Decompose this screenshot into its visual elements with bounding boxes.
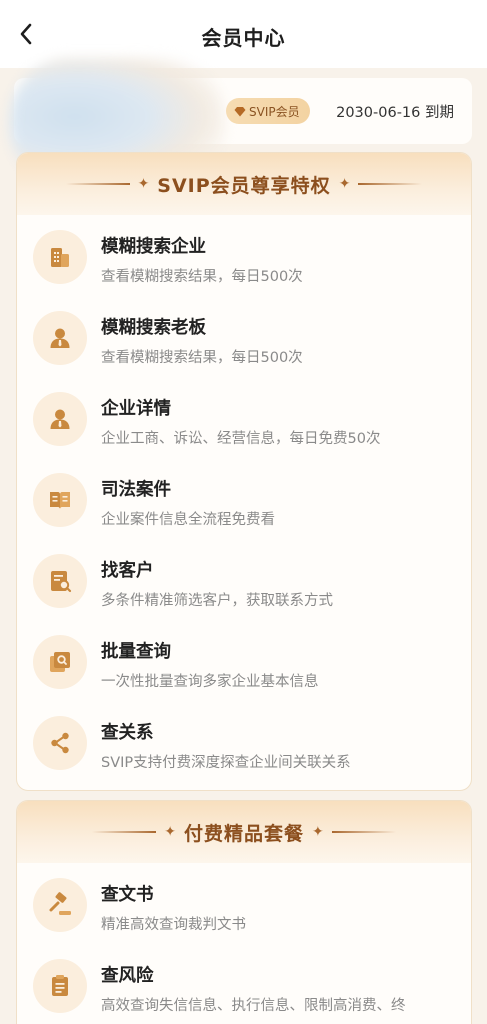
building-icon [33, 230, 87, 284]
package-desc: 精准高效查询裁判文书 [101, 917, 246, 933]
privilege-desc: 查看模糊搜索结果，每日500次 [101, 269, 303, 285]
package-title: 查文书 [101, 885, 154, 905]
privilege-item-relations[interactable]: 查关系 SVIP支持付费深度探查企业间关联关系 [17, 701, 471, 782]
header-divider-left [92, 831, 157, 833]
privilege-title: 模糊搜索企业 [101, 237, 206, 257]
header-divider-right [358, 183, 423, 185]
package-item-documents[interactable]: 查文书 精准高效查询裁判文书 [17, 863, 471, 944]
privilege-desc: SVIP支持付费深度探查企业间关联关系 [101, 755, 351, 771]
package-item-risk[interactable]: 查风险 高效查询失信信息、执行信息、限制高消费、终 [17, 944, 471, 1024]
person-icon [33, 311, 87, 365]
privilege-title: 查关系 [101, 723, 154, 743]
person-icon [33, 392, 87, 446]
privilege-title: 找客户 [101, 561, 154, 581]
paid-packages-section: ✦ 付费精品套餐 ✦ 查文书 精准高效查询裁判文书 查风险 高效查询失信信息、执… [16, 800, 472, 1024]
package-desc: 高效查询失信信息、执行信息、限制高消费、终 [101, 998, 406, 1014]
risk-clipboard-icon [33, 959, 87, 1013]
privilege-item-fuzzy-boss[interactable]: 模糊搜索老板 查看模糊搜索结果，每日500次 [17, 296, 471, 377]
section-header: ✦ 付费精品套餐 ✦ [17, 801, 471, 863]
sparkle-icon: ✦ [312, 824, 324, 840]
book-icon [33, 473, 87, 527]
privilege-desc: 企业案件信息全流程免费看 [101, 512, 275, 528]
sparkle-icon: ✦ [164, 824, 176, 840]
privilege-desc: 一次性批量查询多家企业基本信息 [101, 674, 319, 690]
package-title: 查风险 [101, 966, 154, 986]
svip-badge-label: SVIP会员 [249, 104, 300, 119]
privilege-desc: 企业工商、诉讼、经营信息，每日免费50次 [101, 431, 381, 447]
batch-search-icon [33, 635, 87, 689]
privilege-title: 模糊搜索老板 [101, 318, 206, 338]
header-divider-right [331, 831, 396, 833]
privilege-title: 企业详情 [101, 399, 171, 419]
svip-badge: SVIP会员 [226, 98, 310, 124]
sparkle-icon: ✦ [137, 176, 150, 192]
svip-privileges-section: ✦ SVIP会员尊享特权 ✦ 模糊搜索企业 查看模糊搜索结果，每日500次 模糊… [16, 152, 472, 791]
privilege-item-find-customers[interactable]: 找客户 多条件精准筛选客户，获取联系方式 [17, 539, 471, 620]
sparkle-icon: ✦ [338, 176, 351, 192]
privilege-item-judicial-cases[interactable]: 司法案件 企业案件信息全流程免费看 [17, 458, 471, 539]
privilege-item-fuzzy-company[interactable]: 模糊搜索企业 查看模糊搜索结果，每日500次 [17, 215, 471, 296]
privilege-desc: 多条件精准筛选客户，获取联系方式 [101, 593, 333, 609]
privilege-title: 批量查询 [101, 642, 171, 662]
page-title: 会员中心 [201, 26, 286, 50]
gavel-icon [33, 878, 87, 932]
section-header: ✦ SVIP会员尊享特权 ✦ [17, 153, 471, 215]
section-title: 付费精品套餐 [183, 822, 304, 845]
share-icon [33, 716, 87, 770]
header-divider-left [65, 183, 130, 185]
privilege-item-batch-query[interactable]: 批量查询 一次性批量查询多家企业基本信息 [17, 620, 471, 701]
privilege-title: 司法案件 [101, 480, 171, 500]
privilege-item-company-detail[interactable]: 企业详情 企业工商、诉讼、经营信息，每日免费50次 [17, 377, 471, 458]
diamond-icon [234, 106, 246, 116]
document-search-icon [33, 554, 87, 608]
expire-date: 2030-06-16 到期 [336, 105, 454, 121]
section-title: SVIP会员尊享特权 [157, 174, 331, 197]
member-info-card: SVIP会员 2030-06-16 到期 [10, 58, 472, 188]
privilege-desc: 查看模糊搜索结果，每日500次 [101, 350, 303, 366]
